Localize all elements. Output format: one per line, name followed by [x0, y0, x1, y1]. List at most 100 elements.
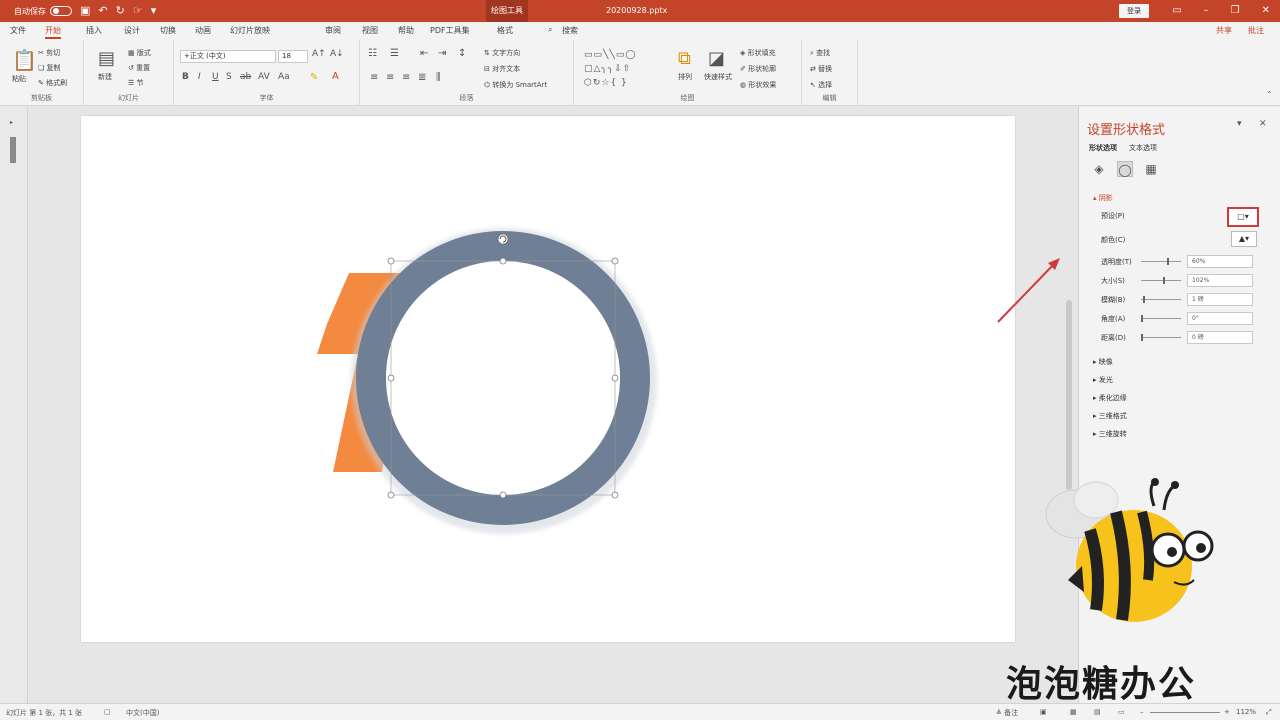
columns-icon[interactable]: ⫼ [436, 72, 441, 83]
touch-mode-icon[interactable]: ☞ [133, 3, 143, 19]
signin-button[interactable]: 登录 [1119, 4, 1149, 18]
layout-button[interactable]: ▦ 版式 [128, 48, 151, 58]
arrange-button[interactable]: 排列 [678, 72, 692, 82]
increase-font-icon[interactable]: A↑ [312, 49, 326, 59]
transparency-slider[interactable] [1141, 258, 1181, 265]
numbering-icon[interactable]: ☰ [390, 48, 399, 59]
justify-icon[interactable]: ≣ [418, 72, 426, 83]
customize-toolbar-icon[interactable]: ▾ [151, 3, 157, 19]
new-slide-icon[interactable]: ▤ [98, 48, 115, 69]
expand-thumbnails-icon[interactable]: ▸ [10, 119, 13, 126]
blur-spinner[interactable]: 1 磅 [1187, 293, 1253, 306]
restore-icon[interactable]: ❐ [1231, 0, 1240, 22]
close-icon[interactable]: ✕ [1262, 0, 1270, 22]
cut-button[interactable]: ✂ 剪切 [38, 48, 60, 58]
shape-effects-button[interactable]: ◍ 形状效果 [740, 80, 776, 90]
tab-view[interactable]: 视图 [362, 25, 378, 36]
format-painter-button[interactable]: ✎ 格式刷 [38, 78, 67, 88]
zoom-level[interactable]: 112% [1236, 708, 1256, 716]
slide-sorter-icon[interactable]: ▦ [1070, 708, 1077, 716]
tab-text-options[interactable]: 文本选项 [1129, 143, 1157, 153]
pane-options-icon[interactable]: ▾ [1237, 119, 1242, 129]
shape-outline-button[interactable]: ✐ 形状轮廓 [740, 64, 776, 74]
section-button[interactable]: ☰ 节 [128, 78, 144, 88]
indent-icon[interactable]: ⇤ [420, 48, 428, 59]
tab-home[interactable]: 开始 [45, 25, 61, 39]
notes-button[interactable]: ≜ 备注 [996, 708, 1018, 718]
quick-styles-icon[interactable]: ◪ [708, 48, 725, 69]
paste-icon[interactable]: 📋 [12, 48, 37, 72]
text-direction-button[interactable]: ⇅ 文字方向 [484, 48, 520, 58]
tab-file[interactable]: 文件 [10, 25, 26, 36]
underline-icon[interactable]: U [212, 72, 219, 82]
select-button[interactable]: ↖ 选择 [810, 80, 832, 90]
tab-shape-options[interactable]: 形状选项 [1089, 143, 1117, 153]
fill-line-icon[interactable]: ◈ [1091, 161, 1107, 177]
section-soft-edges[interactable]: ▸ 柔化边缘 [1093, 393, 1127, 403]
outdent-icon[interactable]: ⇥ [438, 48, 446, 59]
minimize-icon[interactable]: – [1204, 0, 1209, 22]
align-text-button[interactable]: ⊟ 对齐文本 [484, 64, 520, 74]
pane-close-icon[interactable]: ✕ [1259, 119, 1267, 129]
line-spacing-icon[interactable]: ↕ [458, 48, 466, 59]
angle-slider[interactable] [1141, 315, 1181, 322]
copy-button[interactable]: ❏ 复制 [38, 63, 61, 73]
change-case-icon[interactable]: Aa [278, 72, 290, 82]
comments-button[interactable]: 批注 [1248, 25, 1264, 36]
font-color-icon[interactable]: A [332, 71, 339, 82]
zoom-slider[interactable] [1150, 712, 1220, 713]
slide[interactable] [81, 116, 1015, 642]
section-3d-rotation[interactable]: ▸ 三维旋转 [1093, 429, 1127, 439]
shadow-color-dropdown[interactable]: ▲▾ [1231, 231, 1257, 247]
shapes-gallery[interactable]: ▭▭╲╲▭◯ ▢△╮╮⇩⇧ ⬡↻☆{ } [584, 48, 662, 90]
autosave[interactable]: 自动保存 [14, 6, 72, 17]
align-left-icon[interactable]: ≡ [370, 72, 378, 83]
autosave-toggle[interactable] [50, 6, 72, 16]
align-center-icon[interactable]: ≡ [386, 72, 394, 83]
tab-help[interactable]: 帮助 [398, 25, 414, 36]
search-icon[interactable]: ⌕ [548, 25, 552, 35]
bold-icon[interactable]: B [182, 72, 189, 82]
tab-transitions[interactable]: 切换 [160, 25, 176, 36]
slideshow-icon[interactable]: ▭ [1118, 708, 1125, 716]
font-size-dropdown[interactable]: 18 [278, 50, 308, 63]
size-properties-icon[interactable]: ▦ [1143, 161, 1159, 177]
tab-animations[interactable]: 动画 [195, 25, 211, 36]
shadow-text-icon[interactable]: S [226, 72, 232, 82]
font-name-dropdown[interactable]: +正文 (中文) [180, 50, 276, 63]
align-right-icon[interactable]: ≡ [402, 72, 410, 83]
fit-to-window-icon[interactable]: ⤢ [1266, 708, 1272, 717]
tab-review[interactable]: 审阅 [325, 25, 341, 36]
transparency-spinner[interactable]: 60% [1187, 255, 1253, 268]
undo-icon[interactable]: ↶ [98, 3, 107, 19]
tab-insert[interactable]: 插入 [86, 25, 102, 36]
convert-smartart-button[interactable]: ⌬ 转换为 SmartArt [484, 80, 547, 90]
reset-button[interactable]: ↺ 重置 [128, 63, 150, 73]
size-slider[interactable] [1141, 277, 1181, 284]
strikethrough-icon[interactable]: ab [240, 72, 251, 82]
reading-view-icon[interactable]: ▤ [1094, 708, 1101, 716]
ribbon-display-icon[interactable]: ▭ [1172, 0, 1181, 22]
language-indicator[interactable]: 中文(中国) [126, 708, 159, 718]
italic-icon[interactable]: I [198, 72, 201, 82]
tab-slideshow[interactable]: 幻灯片放映 [230, 25, 270, 36]
share-button[interactable]: 共享 [1216, 25, 1232, 36]
thumbnail-handle[interactable] [10, 137, 16, 163]
tab-search[interactable]: 搜索 [562, 25, 578, 36]
collapse-ribbon-icon[interactable]: ⌃ [1266, 90, 1273, 99]
decrease-font-icon[interactable]: A↓ [330, 49, 344, 59]
save-icon[interactable]: ▣ [80, 3, 90, 19]
section-shadow-header[interactable]: ▴ 阴影 [1093, 193, 1113, 203]
distance-slider[interactable] [1141, 334, 1181, 341]
section-glow[interactable]: ▸ 发光 [1093, 375, 1113, 385]
char-spacing-icon[interactable]: AV [258, 72, 270, 82]
effects-icon[interactable]: ◯ [1117, 161, 1133, 177]
find-button[interactable]: ⌕ 查找 [810, 48, 830, 58]
redo-icon[interactable]: ↻ [116, 3, 125, 19]
size-spinner[interactable]: 102% [1187, 274, 1253, 287]
shadow-preset-dropdown[interactable]: ▢▾ [1227, 207, 1259, 227]
paste-button[interactable]: 粘贴 [12, 74, 26, 84]
quick-styles-button[interactable]: 快速样式 [704, 72, 732, 82]
distance-spinner[interactable]: 0 磅 [1187, 331, 1253, 344]
zoom-out-icon[interactable]: – [1140, 708, 1144, 716]
